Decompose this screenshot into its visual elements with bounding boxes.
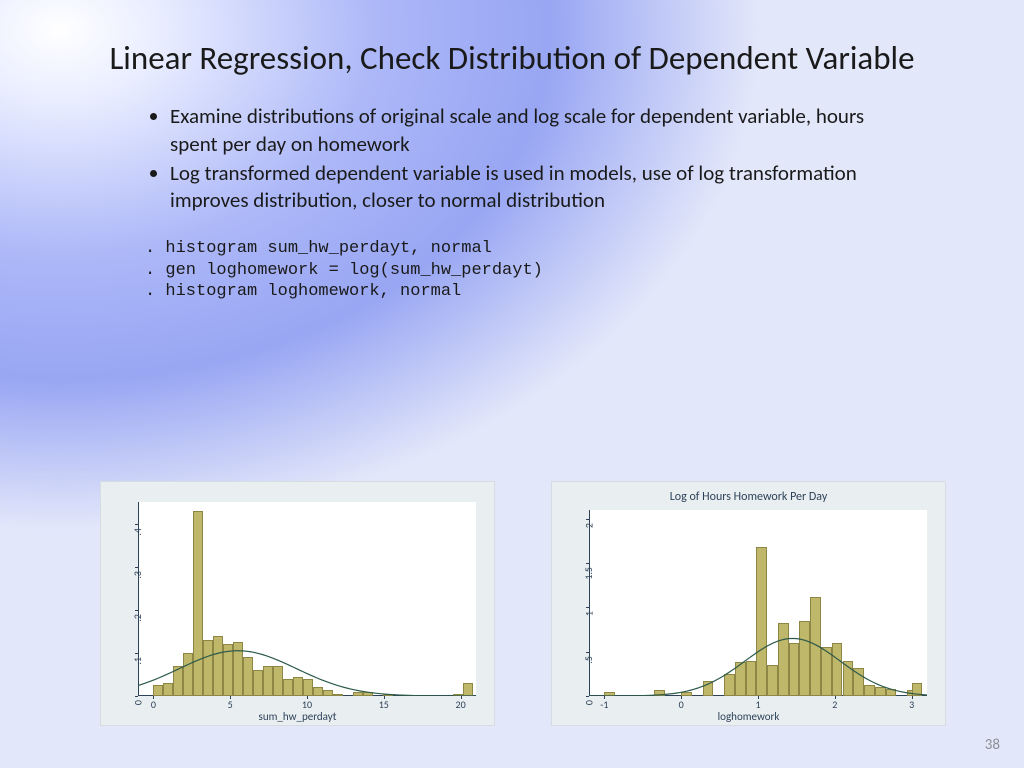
bullet-list: Examine distributions of original scale … [0,89,1024,214]
y-tick-label: 0 [583,696,596,705]
histogram-bar [383,694,393,696]
histogram-bar [353,692,363,696]
histogram-bar [604,692,615,696]
histogram-bar [283,679,293,696]
histogram-bar [203,640,213,696]
histogram-bar [654,690,665,696]
histogram-bar [735,662,746,696]
histogram-bar [323,690,333,696]
histogram-bar [273,666,283,696]
histogram-bar [303,679,313,696]
histogram-bar [153,685,163,696]
histogram-bar [912,683,923,696]
histogram-bar [333,694,343,696]
y-tick-label: 1 [583,607,596,616]
histogram-bar [173,666,183,696]
histogram-original: 0.1.2.3.405101520 sum_hw_perdayt [100,481,495,726]
y-tick-label: .5 [583,652,596,664]
histogram-bar [213,636,223,696]
histogram-bar [799,621,810,696]
bullet-item: Log transformed dependent variable is us… [170,160,904,215]
histogram-bar [746,661,757,696]
histogram-bar [223,644,233,696]
x-axis-label: sum_hw_perdayt [259,710,337,723]
histogram-bar [263,666,273,696]
histogram-bar [875,687,886,696]
plot-area: 0.511.52-10123 [589,510,927,696]
plot-area: 0.1.2.3.405101520 [138,502,476,696]
histogram-log: Log of Hours Homework Per Day 0.511.52-1… [551,481,946,726]
histogram-bar [193,511,203,696]
histogram-bar [756,547,767,696]
chart-title [101,482,494,494]
histogram-bar [233,642,243,696]
histogram-bar [778,623,789,696]
chart-title: Log of Hours Homework Per Day [552,482,945,504]
histogram-bar [810,597,821,696]
histogram-bar [681,692,692,696]
histogram-bar [821,647,832,696]
histogram-bar [843,661,854,696]
histogram-bar [463,683,473,696]
y-tick-label: 2 [583,519,596,528]
histogram-bar [789,643,800,696]
x-axis-label: loghomework [718,710,780,723]
histogram-bar [363,692,373,696]
histogram-bar [767,665,778,696]
histogram-bar [864,685,875,696]
histogram-bar [183,653,193,696]
page-number: 38 [985,736,1000,754]
y-tick-label: .2 [132,610,145,622]
histogram-bar [243,657,253,696]
y-tick-label: 1.5 [583,563,596,580]
histogram-bar [853,668,864,696]
histogram-bar [703,681,714,696]
histogram-bar [886,689,897,696]
charts-row: 0.1.2.3.405101520 sum_hw_perdayt Log of … [100,481,964,726]
y-tick-label: .1 [132,653,145,665]
histogram-bar [724,674,735,696]
histogram-bar [293,677,303,696]
histogram-bar [313,687,323,696]
page-title: Linear Regression, Check Distribution of… [0,0,1024,89]
y-tick-label: .3 [132,567,145,579]
histogram-bar [253,670,263,696]
histogram-bar [453,694,463,696]
y-tick-label: 0 [132,696,145,705]
histogram-bar [832,643,843,696]
bullet-item: Examine distributions of original scale … [170,103,904,158]
code-block: . histogram sum_hw_perdayt, normal . gen… [0,216,1024,302]
histogram-bar [163,683,173,696]
y-tick-label: .4 [132,524,145,536]
